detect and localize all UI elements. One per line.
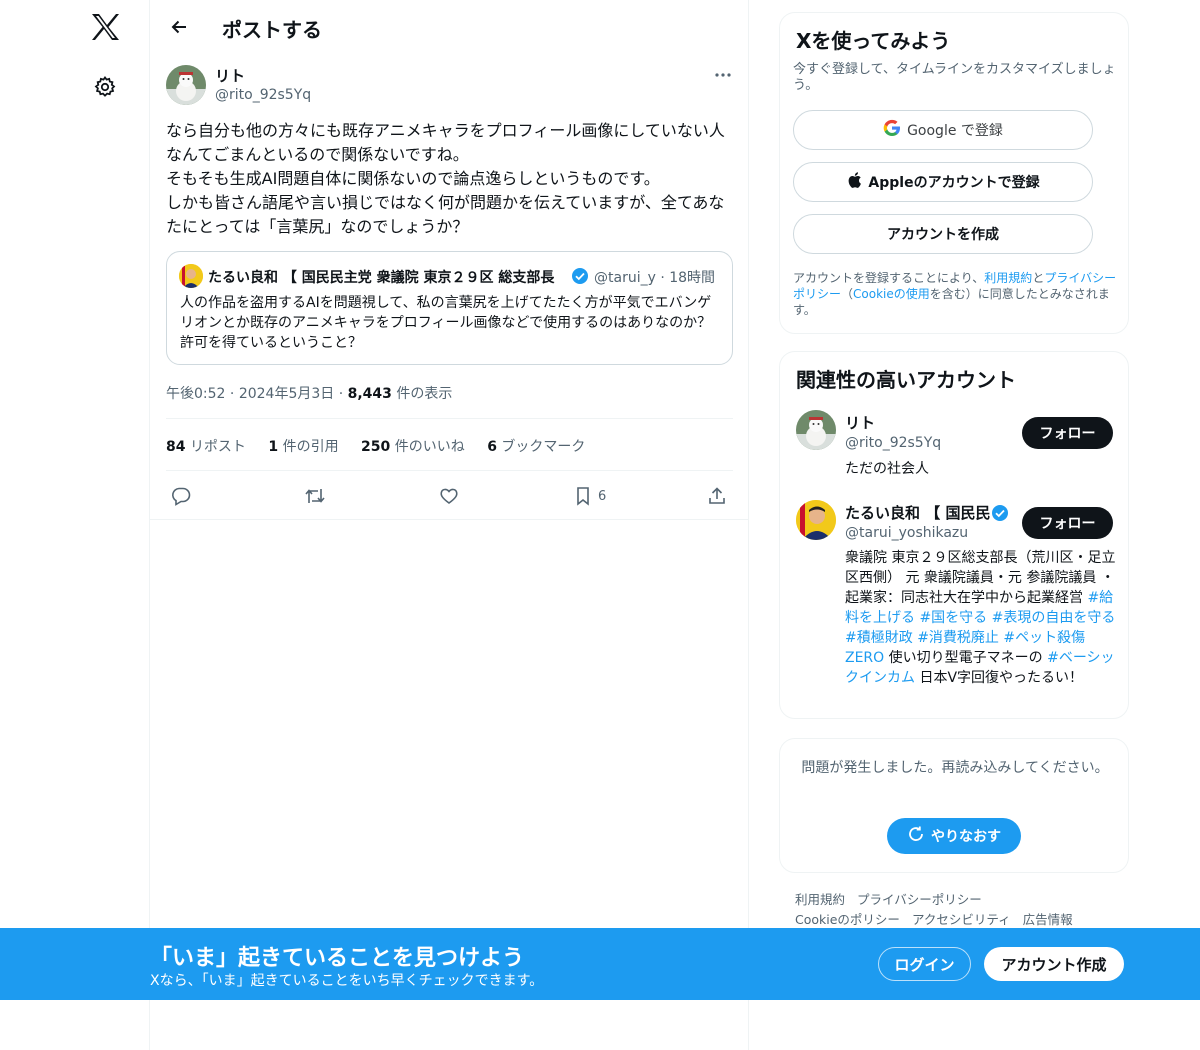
verified-icon <box>571 267 589 285</box>
apple-signup-button[interactable]: Appleのアカウントで登録 <box>793 162 1093 202</box>
signup-subtitle: 今すぐ登録して、タイムラインをカスタマイズしましょう。 <box>793 62 1116 93</box>
quote-author-handle: @tarui_y · 18時間 <box>594 267 715 287</box>
reply-icon[interactable] <box>166 481 196 511</box>
author-avatar[interactable] <box>166 65 206 105</box>
account-bio: ただの社会人 <box>845 461 929 477</box>
quote-tweet[interactable]: たるい良和 【 国民民主党 衆議院 東京２９区 総支部長 @tarui_y · … <box>166 251 733 365</box>
quote-handle-text: @tarui_y <box>594 270 656 286</box>
footer-link[interactable]: Cookieのポリシー <box>795 912 900 927</box>
terms-text: アカウントを登録することにより、利用規約とプライバシーポリシー（Cookieの使… <box>793 271 1117 317</box>
create-account-button[interactable]: アカウントを作成 <box>793 214 1093 254</box>
google-icon <box>883 119 901 141</box>
account-name[interactable]: リト <box>845 412 875 433</box>
footer-link[interactable]: アクセシビリティ <box>912 912 1011 927</box>
footer-links: 利用規約 プライバシーポリシー Cookieのポリシー アクセシビリティ 広告情報 <box>795 890 1125 930</box>
signup-card: Xを使ってみよう 今すぐ登録して、タイムラインをカスタマイズしましょう。 Goo… <box>779 12 1129 334</box>
quote-text: 人の作品を盗用するAIを問題視して、私の言葉尻を上げてたたく方が平気でエバンゲリ… <box>180 295 712 351</box>
signup-banner: 「いま」起きていることを見つけよう Xなら、「いま」起きていることをいち早くチェ… <box>0 928 1200 1000</box>
x-logo-icon[interactable] <box>86 8 124 46</box>
google-signup-label: Google で登録 <box>907 123 1003 139</box>
share-icon[interactable] <box>702 481 732 511</box>
footer-link[interactable]: プライバシーポリシー <box>857 892 982 907</box>
author-name[interactable]: リト <box>215 65 245 86</box>
avatar[interactable] <box>796 410 836 450</box>
tweet-time[interactable]: 午後0:52 <box>166 386 225 402</box>
divider <box>166 418 733 419</box>
account-bio: 衆議院 東京２９区総支部長（荒川区・足立区西側） 元 衆議院議員・元 参議院議員… <box>845 550 1116 686</box>
hashtag-link[interactable]: #消費税廃止 <box>917 630 999 646</box>
view-count: 8,443 <box>347 386 392 402</box>
apple-signup-label: Appleのアカウントで登録 <box>868 175 1040 191</box>
cookie-link[interactable]: Cookieの使用 <box>853 287 930 301</box>
retry-button[interactable]: やりなおす <box>887 818 1021 854</box>
refresh-icon <box>907 825 925 847</box>
login-button[interactable]: ログイン <box>878 947 971 981</box>
author-handle[interactable]: @rito_92s5Yq <box>215 87 311 103</box>
quote-time: · 18時間 <box>660 270 716 286</box>
signup-button[interactable]: アカウント作成 <box>984 947 1124 981</box>
like-stat[interactable]: 250 件のいいね <box>361 436 465 456</box>
terms-link[interactable]: 利用規約 <box>984 271 1032 285</box>
page-title: ポストする <box>222 18 322 42</box>
banner-subtitle: Xなら、「いま」起きていることをいち早くチェックできます。 <box>150 973 544 989</box>
avatar[interactable] <box>796 500 836 540</box>
quote-author-name: たるい良和 【 国民民主党 衆議院 東京２９区 総支部長 <box>208 270 555 286</box>
google-signup-button[interactable]: Google で登録 <box>793 110 1093 150</box>
account-name[interactable]: たるい良和 【 国民民 <box>845 502 990 523</box>
repost-stat[interactable]: 84 リポスト <box>166 436 246 456</box>
related-accounts-card: 関連性の高いアカウント リト @rito_92s5Yq ただの社会人 フォロー … <box>779 351 1129 719</box>
tweet-meta: 午後0:52 · 2024年5月3日 · 8,443 件の表示 <box>166 386 453 402</box>
error-message: 問題が発生しました。再読み込みしてください。 <box>801 760 1109 776</box>
bookmark-count: 6 <box>598 489 607 504</box>
related-title: 関連性の高いアカウント <box>796 368 1016 392</box>
quote-stat[interactable]: 1 件の引用 <box>268 436 338 456</box>
banner-title: 「いま」起きていることを見つけよう <box>150 946 525 971</box>
footer-link[interactable]: 利用規約 <box>795 892 845 907</box>
hashtag-link[interactable]: #国を守る <box>919 610 987 626</box>
follow-button[interactable]: フォロー <box>1022 507 1113 539</box>
footer-link[interactable]: 広告情報 <box>1023 912 1073 927</box>
error-card: 問題が発生しました。再読み込みしてください。 やりなおす <box>779 738 1129 873</box>
main-column: ポストする リト @rito_92s5Yq なら自分も他の方々にも既存アニメキャ… <box>149 0 749 1050</box>
account-handle[interactable]: @tarui_yoshikazu <box>845 525 968 541</box>
hashtag-link[interactable]: #表現の自由を守る <box>992 610 1116 626</box>
hashtag-link[interactable]: #積極財政 <box>845 630 913 646</box>
bookmark-icon[interactable] <box>568 481 598 511</box>
apple-icon <box>846 171 862 193</box>
signup-title: Xを使ってみよう <box>796 29 951 53</box>
divider <box>166 470 733 471</box>
gear-icon[interactable] <box>88 70 122 104</box>
repost-icon[interactable] <box>300 481 330 511</box>
more-icon[interactable] <box>710 64 736 86</box>
tweet-date[interactable]: 2024年5月3日 <box>239 386 334 402</box>
quote-avatar <box>179 264 203 288</box>
bookmark-stat[interactable]: 6 ブックマーク <box>487 436 585 456</box>
verified-icon <box>991 504 1009 522</box>
tweet-stats: 84 リポスト 1 件の引用 250 件のいいね 6 ブックマーク <box>166 436 603 456</box>
like-icon[interactable] <box>434 481 464 511</box>
retry-label: やりなおす <box>931 829 1001 845</box>
view-label: 件の表示 <box>396 386 453 402</box>
account-handle[interactable]: @rito_92s5Yq <box>845 435 941 451</box>
divider <box>150 519 748 520</box>
follow-button[interactable]: フォロー <box>1022 417 1113 449</box>
tweet-text: なら自分も他の方々にも既存アニメキャラをプロフィール画像にしていない人なんてごま… <box>166 121 725 236</box>
back-arrow-icon[interactable] <box>164 12 194 42</box>
